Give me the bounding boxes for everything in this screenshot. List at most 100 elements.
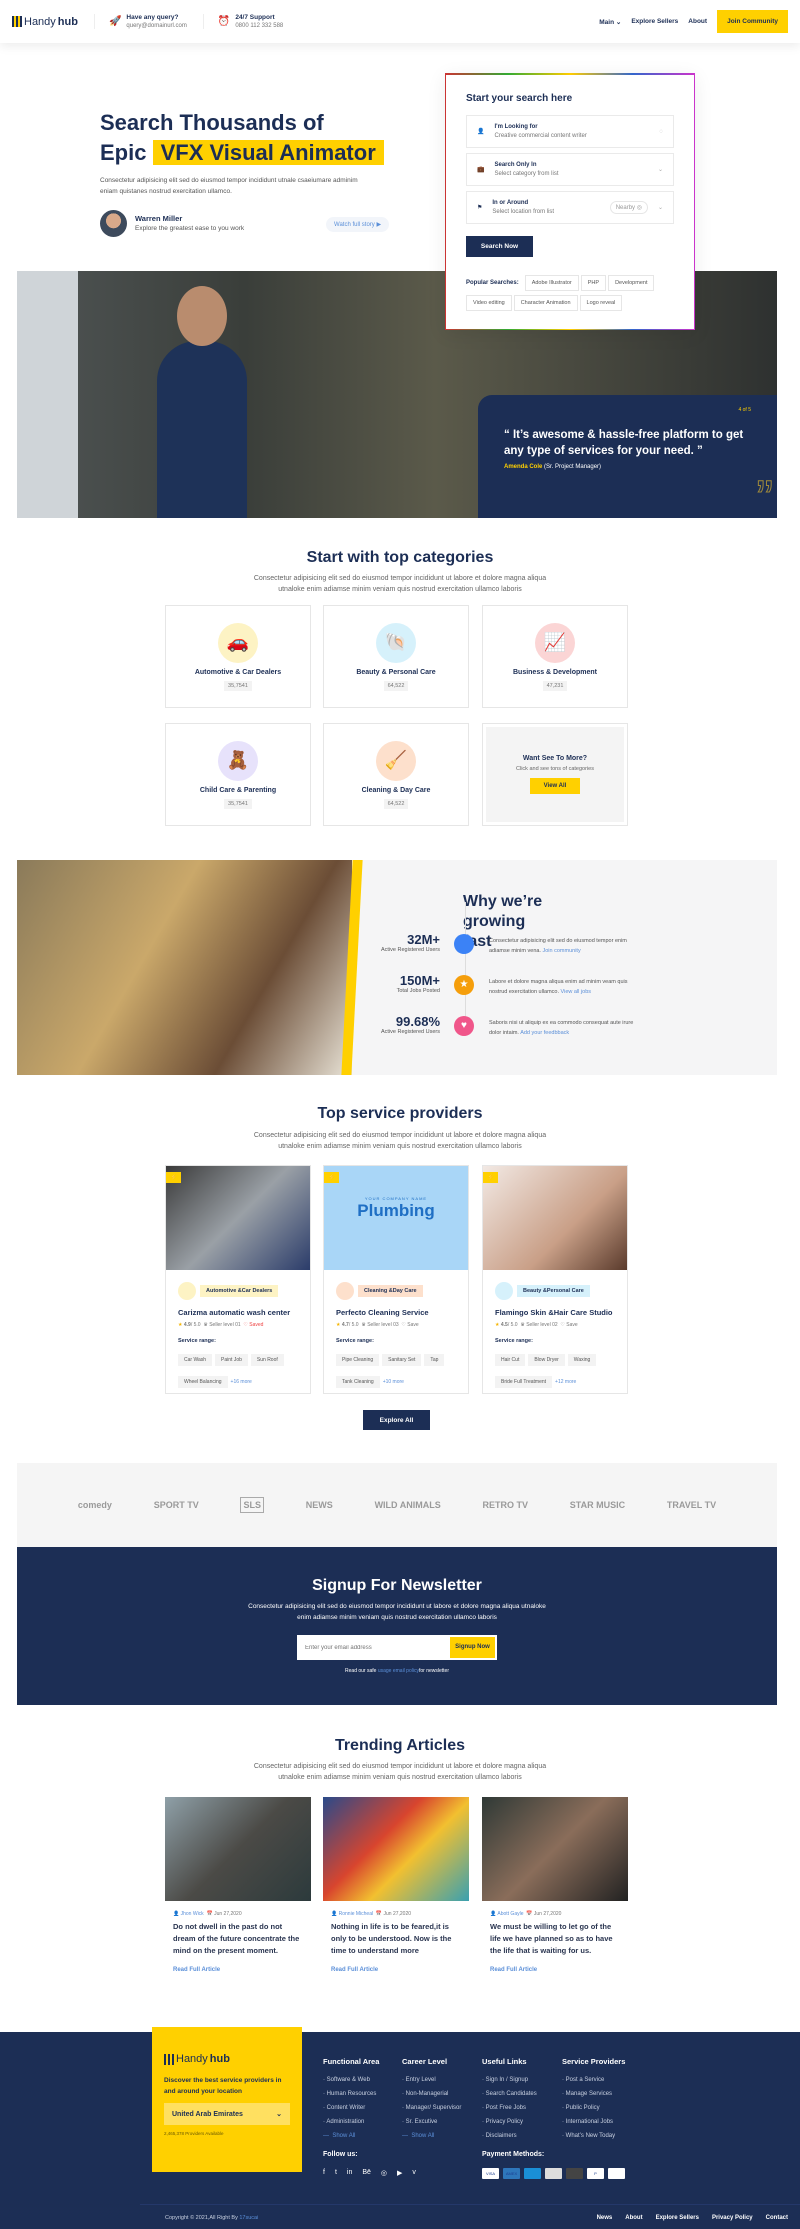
popular-tag[interactable]: Logo reveal — [579, 295, 623, 311]
popular-tag[interactable]: PHP — [580, 275, 607, 291]
footer-link[interactable]: · Human Resources — [323, 2087, 379, 2101]
footer-link[interactable]: · Disclaimers — [482, 2129, 537, 2143]
query-email-link[interactable]: query@domainurl.com — [126, 23, 186, 29]
join-community-button[interactable]: Join Community — [717, 10, 788, 33]
service-tag[interactable]: Paint Job — [215, 1354, 248, 1366]
show-all-link[interactable]: — Show All — [323, 2129, 379, 2143]
service-tag[interactable]: Blow Dryer — [528, 1354, 565, 1366]
footer-bottom-link[interactable]: Explore Sellers — [656, 2215, 699, 2221]
watch-story-button[interactable]: Watch full story ▶ — [326, 217, 390, 232]
article-image[interactable] — [165, 1797, 311, 1901]
view-all-jobs-link[interactable]: View all jobs — [561, 989, 591, 995]
footer-link[interactable]: · Privacy Policy — [482, 2115, 537, 2129]
service-tag[interactable]: Tank Cleaning — [336, 1376, 380, 1388]
behance-icon[interactable]: Bē — [362, 2169, 371, 2177]
save-button[interactable]: ♡ Save — [560, 1322, 577, 1328]
popular-tag[interactable]: Development — [608, 275, 655, 291]
category-card[interactable]: 📈 Business & Development 47,231 — [482, 605, 628, 708]
footer-link[interactable]: · Manager/ Supervisor — [402, 2101, 461, 2115]
read-full-article-link[interactable]: Read Full Article — [482, 1967, 628, 1973]
save-button[interactable]: ♡ Saved — [243, 1322, 263, 1328]
category-pill[interactable]: Beauty &Personal Care — [517, 1285, 590, 1297]
nav-explore-sellers[interactable]: Explore Sellers — [631, 18, 678, 25]
footer-bottom-link[interactable]: Privacy Policy — [712, 2215, 753, 2221]
copyright-link[interactable]: 17sucai — [239, 2215, 258, 2221]
author-link[interactable]: Ronnie Micheal — [339, 1911, 373, 1917]
article-image[interactable] — [482, 1797, 628, 1901]
footer-bottom-link[interactable]: Contact — [766, 2215, 788, 2221]
footer-link[interactable]: · Non-Managerial — [402, 2087, 461, 2101]
footer-link[interactable]: · Content Writer — [323, 2101, 379, 2115]
service-tag[interactable]: Sanitary Set — [382, 1354, 422, 1366]
youtube-icon[interactable]: ▶ — [397, 2169, 402, 2177]
category-card[interactable]: 🧸 Child Care & Parenting 35,7541 — [165, 723, 311, 826]
email-policy-link[interactable]: usage email policy — [378, 1668, 419, 1674]
signup-now-button[interactable]: Signup Now — [450, 1637, 495, 1658]
service-tag[interactable]: Wheel Balancing — [178, 1376, 228, 1388]
view-all-button[interactable]: View All — [529, 778, 581, 794]
service-tag[interactable]: Hair Cut — [495, 1354, 526, 1366]
location-select[interactable]: ⚑ In or Around Select location from list Ne… — [466, 191, 674, 224]
footer-link[interactable]: · Post a Service — [562, 2073, 625, 2087]
service-tag[interactable]: Pipe Cleaning — [336, 1354, 380, 1366]
nav-about[interactable]: About — [688, 18, 707, 25]
footer-link[interactable]: · Sign In / Signup — [482, 2073, 537, 2087]
category-card[interactable]: 🐚 Beauty & Personal Care 64,522 — [323, 605, 469, 708]
looking-for-field[interactable]: 👤 I'm Looking for Creative commercial cont… — [466, 115, 674, 148]
footer-link[interactable]: · Administration — [323, 2115, 379, 2129]
footer-link[interactable]: · Entry Level — [402, 2073, 461, 2087]
explore-all-button[interactable]: Explore All — [363, 1410, 430, 1430]
vimeo-icon[interactable]: v — [412, 2169, 416, 2177]
nav-main[interactable]: Main ⌄ — [599, 18, 621, 26]
footer-link[interactable]: · Software & Web — [323, 2073, 379, 2087]
article-title[interactable]: Nothing in life is to be feared,it is on… — [323, 1921, 469, 1957]
provider-name[interactable]: Carizma automatic wash center — [178, 1308, 298, 1317]
footer-link[interactable]: · Search Candidates — [482, 2087, 537, 2101]
footer-link[interactable]: · Sr. Excutive — [402, 2115, 461, 2129]
provider-card[interactable]: ⚡ Beauty &Personal Care Flamingo Skin &H… — [482, 1165, 628, 1394]
more-link[interactable]: +10 more — [383, 1379, 404, 1385]
provider-card[interactable]: ⚡ YOUR COMPANY NAME Plumbing Cleaning &Day… — [323, 1165, 469, 1394]
search-now-button[interactable]: Search Now — [466, 236, 533, 257]
category-card[interactable]: 🧹 Cleaning & Day Care 64,522 — [323, 723, 469, 826]
article-title[interactable]: Do not dwell in the past do not dream of… — [165, 1921, 311, 1957]
show-all-link[interactable]: — Show All — [402, 2129, 461, 2143]
footer-link[interactable]: · What’s New Today — [562, 2129, 625, 2143]
more-link[interactable]: +12 more — [555, 1379, 576, 1385]
country-select[interactable]: United Arab Emirates ⌄ — [164, 2103, 290, 2125]
email-input[interactable] — [299, 1644, 450, 1651]
footer-link[interactable]: · Public Policy — [562, 2101, 625, 2115]
author-link[interactable]: Abott Gayle — [497, 1911, 523, 1917]
twitter-icon[interactable]: t — [335, 2169, 337, 2177]
nearby-button[interactable]: Nearby ◎ — [609, 201, 648, 214]
category-pill[interactable]: Cleaning &Day Care — [358, 1285, 423, 1297]
popular-tag[interactable]: Adobe Illustrator — [524, 275, 579, 291]
dribbble-icon[interactable]: ◎ — [381, 2169, 387, 2177]
footer-bottom-link[interactable]: News — [597, 2215, 613, 2221]
read-full-article-link[interactable]: Read Full Article — [165, 1967, 311, 1973]
category-card[interactable]: 🚗 Automotive & Car Dealers 35,7541 — [165, 605, 311, 708]
provider-card[interactable]: ⚡ Automotive &Car Dealers Carizma automa… — [165, 1165, 311, 1394]
service-tag[interactable]: Waxing — [567, 1354, 597, 1366]
category-pill[interactable]: Automotive &Car Dealers — [200, 1285, 279, 1297]
read-full-article-link[interactable]: Read Full Article — [323, 1967, 469, 1973]
join-community-link[interactable]: Join community — [543, 948, 581, 954]
service-tag[interactable]: Car Wash — [178, 1354, 213, 1366]
facebook-icon[interactable]: f — [323, 2169, 325, 2177]
logo[interactable]: Handy hub — [12, 16, 78, 28]
service-tag[interactable]: Sun Roof — [250, 1354, 284, 1366]
service-tag[interactable]: Tap — [424, 1354, 445, 1366]
popular-tag[interactable]: Character Animation — [513, 295, 578, 311]
service-tag[interactable]: Bride Full Treatment — [495, 1376, 553, 1388]
footer-link[interactable]: · Post Free Jobs — [482, 2101, 537, 2115]
popular-tag[interactable]: Video editing — [466, 295, 512, 311]
more-link[interactable]: +16 more — [231, 1379, 252, 1385]
article-title[interactable]: We must be willing to let go of the life… — [482, 1921, 628, 1957]
provider-name[interactable]: Flamingo Skin &Hair Care Studio — [495, 1308, 615, 1317]
footer-link[interactable]: · International Jobs — [562, 2115, 625, 2129]
article-image[interactable] — [323, 1797, 469, 1901]
footer-link[interactable]: · Manage Services — [562, 2087, 625, 2101]
linkedin-icon[interactable]: in — [347, 2169, 352, 2177]
feedback-link[interactable]: Add your feedbback — [520, 1030, 569, 1036]
provider-name[interactable]: Perfecto Cleaning Service — [336, 1308, 456, 1317]
